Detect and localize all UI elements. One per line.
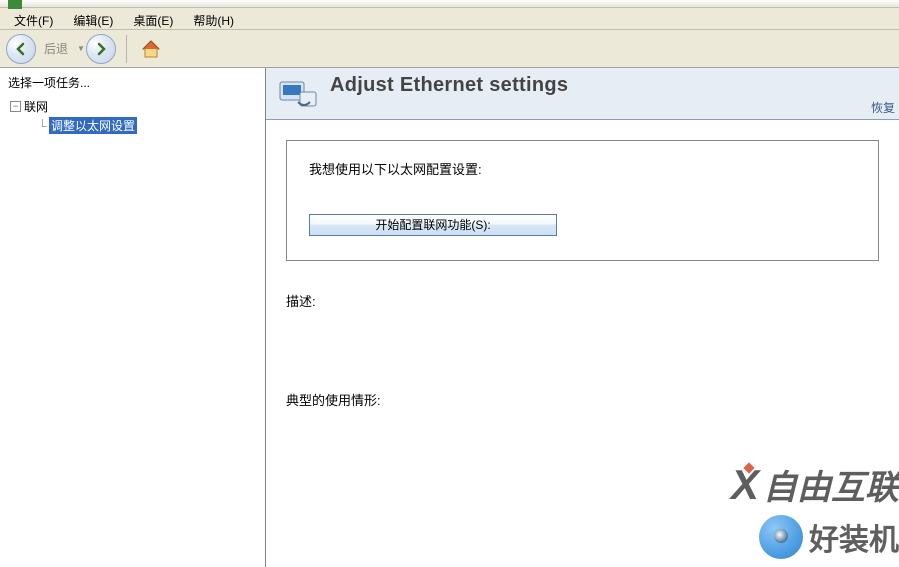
content-header: Adjust Ethernet settings 恢复 — [266, 68, 899, 120]
sidebar-header: 选择一项任务... — [4, 72, 261, 97]
arrow-right-icon — [93, 41, 109, 57]
home-button[interactable] — [137, 35, 165, 63]
back-dropdown[interactable]: ▼ — [74, 40, 82, 57]
tree-root-label: 联网 — [24, 98, 48, 115]
back-label: 后退 — [44, 40, 68, 57]
tree-root-networking[interactable]: − 联网 — [10, 97, 261, 116]
typical-usage-label: 典型的使用情形: — [286, 390, 879, 409]
watermark-haozhuangji: 好装机 — [759, 515, 899, 559]
menu-edit[interactable]: 编辑(E) — [65, 10, 121, 27]
tree-item-label: 调整以太网设置 — [49, 117, 137, 134]
app-icon — [8, 0, 22, 9]
restore-link[interactable]: 恢复 — [871, 99, 895, 116]
tree-view: − 联网 └ 调整以太网设置 — [4, 97, 261, 135]
watermark-ziyouhulian: X自由互联 — [731, 460, 899, 509]
arrow-left-icon — [13, 41, 29, 57]
menu-desktop[interactable]: 桌面(E) — [125, 10, 181, 27]
menu-file[interactable]: 文件(F) — [6, 10, 61, 27]
settings-group: 我想使用以下以太网配置设置: 开始配置联网功能(S): — [286, 140, 879, 261]
home-icon — [139, 37, 163, 61]
description-label: 描述: — [286, 291, 879, 310]
tree-branch-line: └ — [38, 119, 46, 133]
menubar: 文件(F) 编辑(E) 桌面(E) 帮助(H) — [0, 8, 899, 30]
page-title: Adjust Ethernet settings — [330, 74, 568, 97]
toolbar: 后退 ▼ — [0, 30, 899, 68]
forward-button[interactable] — [86, 34, 116, 64]
content-pane: Adjust Ethernet settings 恢复 我想使用以下以太网配置设… — [266, 68, 899, 567]
eye-logo-icon — [759, 515, 803, 559]
tree-collapse-icon[interactable]: − — [10, 101, 21, 112]
ethernet-icon — [278, 74, 320, 112]
back-button[interactable] — [6, 34, 36, 64]
window-titlebar — [0, 0, 899, 8]
tree-item-ethernet-settings[interactable]: └ 调整以太网设置 — [38, 116, 261, 135]
toolbar-separator — [126, 35, 127, 63]
content-body: 我想使用以下以太网配置设置: 开始配置联网功能(S): 描述: 典型的使用情形:… — [266, 120, 899, 567]
settings-prompt-label: 我想使用以下以太网配置设置: — [309, 159, 856, 178]
sidebar: 选择一项任务... − 联网 └ 调整以太网设置 — [0, 68, 266, 567]
menu-help[interactable]: 帮助(H) — [185, 10, 242, 27]
start-config-button[interactable]: 开始配置联网功能(S): — [309, 214, 557, 236]
